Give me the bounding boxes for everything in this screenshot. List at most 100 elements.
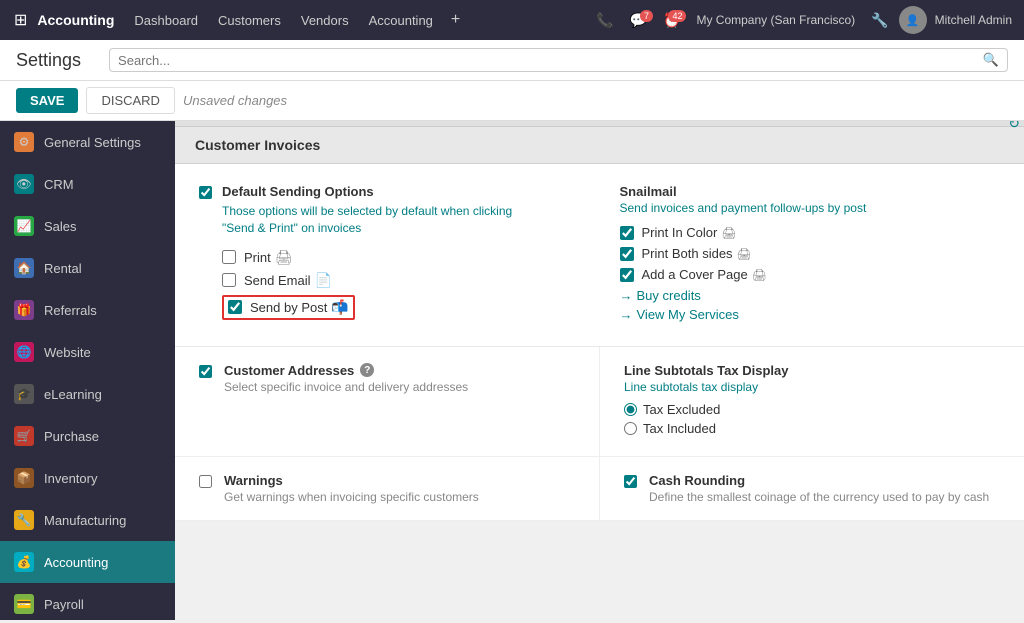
send-by-post-highlight: Send by Post 📬 xyxy=(222,295,355,320)
avatar[interactable]: 👤 xyxy=(899,6,927,34)
sidebar-item-rental[interactable]: 🏠 Rental xyxy=(0,247,175,289)
default-sending-checkbox[interactable] xyxy=(199,186,212,199)
cover-page-label: Add a Cover Page xyxy=(642,267,748,282)
sidebar-item-referrals[interactable]: 🎁 Referrals xyxy=(0,289,175,331)
warnings-desc: Get warnings when invoicing specific cus… xyxy=(224,490,479,504)
tax-excluded-row: Tax Excluded xyxy=(624,402,1000,417)
nav-customers[interactable]: Customers xyxy=(210,9,289,32)
general-settings-icon: ⚙ xyxy=(14,132,34,152)
crm-icon: 👁 xyxy=(14,174,34,194)
sidebar-item-purchase[interactable]: 🛒 Purchase xyxy=(0,415,175,457)
sidebar-item-manufacturing[interactable]: 🔧 Manufacturing xyxy=(0,499,175,541)
send-by-post-row: Send by Post 📬 xyxy=(222,295,512,320)
print-color-checkbox[interactable] xyxy=(620,226,634,240)
rental-icon: 🏠 xyxy=(14,258,34,278)
sidebar: ⚙ General Settings 👁 CRM 📈 Sales 🏠 Renta… xyxy=(0,121,175,620)
phone-icon[interactable]: 📞 xyxy=(590,8,619,33)
cash-rounding-desc: Define the smallest coinage of the curre… xyxy=(649,490,989,504)
customer-addresses-title: Customer Addresses xyxy=(224,363,354,378)
print-both-row: Print Both sides 🖨 xyxy=(620,246,1001,261)
sidebar-label-referrals: Referrals xyxy=(44,303,97,318)
save-button[interactable]: SAVE xyxy=(16,88,78,113)
top-navigation: ⊞ Accounting Dashboard Customers Vendors… xyxy=(0,0,1024,40)
user-name: Mitchell Admin xyxy=(931,13,1016,27)
send-by-post-checkbox[interactable] xyxy=(228,300,242,314)
nav-vendors[interactable]: Vendors xyxy=(293,9,357,32)
print-color-icon: 🖨 xyxy=(721,226,736,240)
cash-rounding-checkbox[interactable] xyxy=(624,475,637,488)
purchase-icon: 🛒 xyxy=(14,426,34,446)
view-services-link[interactable]: → View My Services xyxy=(620,307,1001,322)
refresh-icon[interactable]: ↻ xyxy=(1008,121,1020,132)
cover-page-checkbox[interactable] xyxy=(620,268,634,282)
page-title: Settings xyxy=(16,50,81,71)
print-row: Print 🖨 xyxy=(222,249,512,266)
clock-icon[interactable]: ⏰42 xyxy=(657,8,686,33)
payroll-icon: 💳 xyxy=(14,594,34,614)
sidebar-label-accounting: Accounting xyxy=(44,555,108,570)
chat-badge: 7 xyxy=(640,10,653,22)
sidebar-item-accounting[interactable]: 💰 Accounting xyxy=(0,541,175,583)
warnings-checkbox[interactable] xyxy=(199,475,212,488)
chat-icon[interactable]: 💬7 xyxy=(624,8,653,33)
default-sending-col: Default Sending Options Those options wi… xyxy=(199,184,580,326)
warnings-cash-row: Warnings Get warnings when invoicing spe… xyxy=(175,457,1024,521)
sidebar-item-website[interactable]: 🌐 Website xyxy=(0,331,175,373)
print-checkbox[interactable] xyxy=(222,250,236,264)
send-by-post-label: Send by Post xyxy=(250,300,327,315)
nav-dashboard[interactable]: Dashboard xyxy=(126,9,206,32)
subtotals-title: Line Subtotals Tax Display xyxy=(624,363,1000,378)
post-doc-icon: 📬 xyxy=(331,299,348,316)
print-doc-icon: 🖨 xyxy=(275,249,293,266)
customer-addresses-desc: Select specific invoice and delivery add… xyxy=(224,380,468,394)
sidebar-item-elearning[interactable]: 🎓 eLearning xyxy=(0,373,175,415)
default-sending-block: Default Sending Options Those options wi… xyxy=(175,164,1024,347)
sidebar-label-general-settings: General Settings xyxy=(44,135,141,150)
print-color-label: Print In Color xyxy=(642,225,718,240)
email-doc-icon: 📄 xyxy=(314,272,331,289)
subtotals-link[interactable]: Line subtotals tax display xyxy=(624,380,1000,394)
send-email-label: Send Email xyxy=(244,273,310,288)
main-layout: ⚙ General Settings 👁 CRM 📈 Sales 🏠 Renta… xyxy=(0,121,1024,620)
clock-badge: 42 xyxy=(668,10,686,22)
warnings-section: Warnings Get warnings when invoicing spe… xyxy=(175,457,600,520)
sidebar-label-payroll: Payroll xyxy=(44,597,84,612)
accounting-icon: 💰 xyxy=(14,552,34,572)
website-icon: 🌐 xyxy=(14,342,34,362)
sidebar-label-sales: Sales xyxy=(44,219,77,234)
sidebar-item-inventory[interactable]: 📦 Inventory xyxy=(0,457,175,499)
unsaved-changes-label: Unsaved changes xyxy=(183,93,287,108)
send-email-checkbox[interactable] xyxy=(222,273,236,287)
search-input[interactable] xyxy=(118,53,983,68)
sidebar-item-crm[interactable]: 👁 CRM xyxy=(0,163,175,205)
sales-icon: 📈 xyxy=(14,216,34,236)
app-grid-icon[interactable]: ⊞ xyxy=(8,10,33,30)
tax-included-row: Tax Included xyxy=(624,421,1000,436)
default-sending-desc: Those options will be selected by defaul… xyxy=(222,203,512,237)
customer-addresses-checkbox[interactable] xyxy=(199,365,212,378)
tax-included-radio[interactable] xyxy=(624,422,637,435)
nav-accounting[interactable]: Accounting xyxy=(361,9,441,32)
sidebar-label-manufacturing: Manufacturing xyxy=(44,513,126,528)
buy-credits-link[interactable]: → Buy credits xyxy=(620,288,1001,303)
search-bar: 🔍 xyxy=(109,48,1008,72)
sidebar-label-rental: Rental xyxy=(44,261,82,276)
default-sending-title: Default Sending Options xyxy=(222,184,512,199)
section-title: Customer Invoices xyxy=(195,137,320,153)
sidebar-label-crm: CRM xyxy=(44,177,74,192)
snailmail-desc: Send invoices and payment follow-ups by … xyxy=(620,201,1001,215)
print-both-checkbox[interactable] xyxy=(620,247,634,261)
tax-excluded-radio[interactable] xyxy=(624,403,637,416)
add-menu-button[interactable]: + xyxy=(445,11,466,29)
content-area: ↻ Customer Invoices Default Sending Opti… xyxy=(175,121,1024,620)
sidebar-label-inventory: Inventory xyxy=(44,471,97,486)
sidebar-item-general-settings[interactable]: ⚙ General Settings xyxy=(0,121,175,163)
help-icon[interactable]: ? xyxy=(360,363,374,377)
toolbar: SAVE DISCARD Unsaved changes xyxy=(0,81,1024,121)
sidebar-item-payroll[interactable]: 💳 Payroll xyxy=(0,583,175,620)
wrench-icon[interactable]: 🔧 xyxy=(865,12,894,29)
sidebar-item-sales[interactable]: 📈 Sales xyxy=(0,205,175,247)
print-label: Print xyxy=(244,250,271,265)
inventory-icon: 📦 xyxy=(14,468,34,488)
discard-button[interactable]: DISCARD xyxy=(86,87,175,114)
